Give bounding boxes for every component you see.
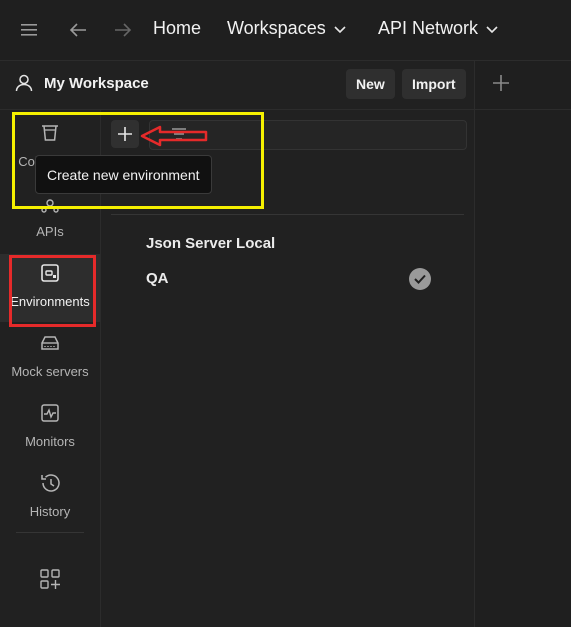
active-environment-check-icon[interactable] [409,268,431,290]
chevron-down-icon [334,25,346,33]
sidebar-item-label: Mock servers [11,364,89,379]
red-arrow-annotation [140,124,210,153]
environment-item-json-server-local[interactable]: Json Server Local [146,235,275,252]
import-button[interactable]: Import [402,69,466,99]
sidebar-item-label: History [29,504,71,519]
sidebar-item-history[interactable]: History [0,464,100,532]
list-divider [111,214,464,215]
sidebar-item-label: Monitors [25,434,75,449]
workspace-title[interactable]: My Workspace [14,73,149,93]
monitor-icon [39,402,61,424]
chevron-down-icon [486,25,498,33]
apps-add-icon [39,568,61,590]
sidebar-item-label: APIs [36,224,64,239]
top-bar: Home Workspaces API Network [0,0,571,61]
workspace-name: My Workspace [44,74,149,92]
environment-item-qa[interactable]: QA [146,270,169,287]
workspace-header: My Workspace New Import [0,61,474,110]
user-icon [15,74,33,92]
tab-divider [475,109,571,110]
history-icon [39,472,61,494]
forward-arrow-icon[interactable] [111,18,135,42]
nav-home-label: Home [153,18,202,38]
nav-api-network[interactable]: API Network [378,18,498,39]
back-arrow-icon[interactable] [66,18,90,42]
tab-area [474,61,571,627]
new-button[interactable]: New [346,69,395,99]
menu-icon[interactable] [17,18,41,42]
sidebar-item-monitors[interactable]: Monitors [0,394,100,462]
nav-workspaces-label: Workspaces [227,18,326,38]
mock-server-icon [39,332,61,354]
red-highlight-box [9,255,96,327]
nav-home[interactable]: Home [153,18,201,39]
sidebar-item-mock-servers[interactable]: Mock servers [0,324,100,392]
sidebar-apps-add[interactable] [0,560,100,590]
yellow-highlight-box [12,112,264,209]
nav-api-network-label: API Network [378,18,479,38]
nav-workspaces[interactable]: Workspaces [227,18,346,39]
new-tab-plus-icon[interactable] [491,73,511,98]
sidebar-divider [16,532,84,533]
